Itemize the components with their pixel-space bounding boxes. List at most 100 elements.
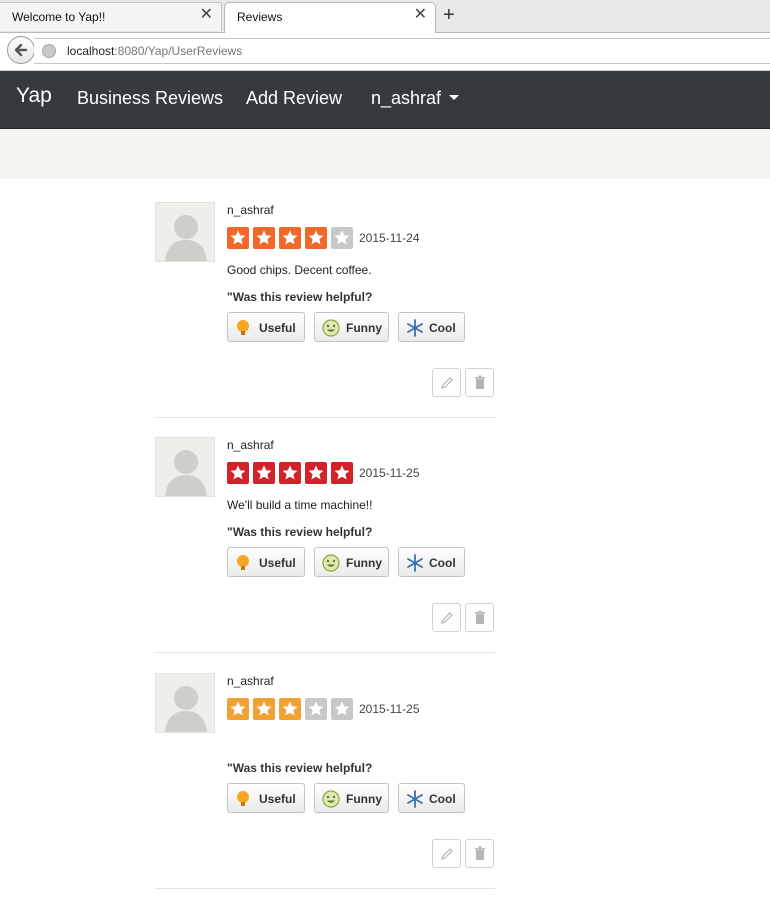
funny-button[interactable]: Funny <box>314 312 389 342</box>
star-filled-icon <box>305 227 327 249</box>
avatar <box>155 673 215 733</box>
star-rating <box>227 462 357 484</box>
review-item: n_ashraf 2015-11-24 Good chips. Decent c… <box>155 202 495 438</box>
user-silhouette-icon <box>165 450 207 496</box>
delete-review-button[interactable] <box>465 839 494 868</box>
funny-label: Funny <box>346 556 382 570</box>
back-button[interactable] <box>7 36 35 64</box>
edit-review-button[interactable] <box>432 839 461 868</box>
browser-tab-reviews[interactable]: Reviews ✕ <box>224 2 436 33</box>
funny-label: Funny <box>346 792 382 806</box>
review-author[interactable]: n_ashraf <box>227 203 274 217</box>
pencil-icon <box>441 612 453 624</box>
smiley-icon <box>322 790 340 808</box>
browser-tab-welcome[interactable]: Welcome to Yap!! ✕ <box>0 2 222 31</box>
cool-label: Cool <box>429 556 456 570</box>
review-divider <box>155 888 495 889</box>
star-empty-icon <box>331 698 353 720</box>
avatar <box>155 437 215 497</box>
star-empty-icon <box>305 698 327 720</box>
star-filled-icon <box>305 462 327 484</box>
tab-title: Reviews <box>237 10 283 24</box>
useful-label: Useful <box>259 556 296 570</box>
new-tab-icon[interactable]: + <box>443 5 455 25</box>
user-menu[interactable]: n_ashraf <box>371 88 460 109</box>
cool-button[interactable]: Cool <box>398 783 465 813</box>
snowflake-icon <box>407 319 423 337</box>
edit-review-button[interactable] <box>432 368 461 397</box>
review-date: 2015-11-25 <box>359 702 420 716</box>
funny-button[interactable]: Funny <box>314 783 389 813</box>
snowflake-icon <box>407 790 423 808</box>
review-date: 2015-11-25 <box>359 466 420 480</box>
star-filled-icon <box>227 462 249 484</box>
pencil-icon <box>441 377 453 389</box>
browser-tab-strip: Welcome to Yap!! ✕ Reviews ✕ + <box>0 0 770 33</box>
star-rating <box>227 698 357 720</box>
funny-button[interactable]: Funny <box>314 547 389 577</box>
useful-button[interactable]: Useful <box>227 547 305 577</box>
helpful-prompt: "Was this review helpful? <box>227 761 373 775</box>
review-item: n_ashraf 2015-11-25 "Was this review hel… <box>155 673 495 909</box>
star-filled-icon <box>279 698 301 720</box>
tab-title: Welcome to Yap!! <box>12 10 106 24</box>
star-filled-icon <box>253 698 275 720</box>
url-text: localhost:8080/Yap/UserReviews <box>67 44 242 58</box>
review-item: n_ashraf 2015-11-25 We'll build a time m… <box>155 437 495 673</box>
star-filled-icon <box>331 462 353 484</box>
user-menu-label: n_ashraf <box>371 88 442 108</box>
useful-label: Useful <box>259 792 296 806</box>
trash-icon <box>475 846 485 860</box>
delete-review-button[interactable] <box>465 368 494 397</box>
nav-add-review[interactable]: Add Review <box>246 88 342 109</box>
review-date: 2015-11-24 <box>359 231 420 245</box>
star-filled-icon <box>279 227 301 249</box>
useful-button[interactable]: Useful <box>227 783 305 813</box>
avatar <box>155 202 215 262</box>
trash-icon <box>475 610 485 624</box>
star-filled-icon <box>279 462 301 484</box>
pencil-icon <box>441 848 453 860</box>
edit-review-button[interactable] <box>432 603 461 632</box>
smiley-icon <box>322 319 340 337</box>
star-filled-icon <box>253 462 275 484</box>
review-author[interactable]: n_ashraf <box>227 674 274 688</box>
lightbulb-icon <box>237 555 249 570</box>
funny-label: Funny <box>346 321 382 335</box>
caret-down-icon <box>449 94 460 100</box>
useful-button[interactable]: Useful <box>227 312 305 342</box>
cool-label: Cool <box>429 321 456 335</box>
url-field[interactable]: localhost:8080/Yap/UserReviews <box>34 38 770 64</box>
user-silhouette-icon <box>165 686 207 732</box>
star-filled-icon <box>227 227 249 249</box>
star-empty-icon <box>331 227 353 249</box>
review-author[interactable]: n_ashraf <box>227 438 274 452</box>
lightbulb-icon <box>237 320 249 335</box>
star-filled-icon <box>253 227 275 249</box>
useful-label: Useful <box>259 321 296 335</box>
star-rating <box>227 227 357 249</box>
delete-review-button[interactable] <box>465 603 494 632</box>
globe-icon <box>42 44 56 58</box>
cool-label: Cool <box>429 792 456 806</box>
cool-button[interactable]: Cool <box>398 547 465 577</box>
smiley-icon <box>322 554 340 572</box>
review-divider <box>155 652 495 653</box>
back-arrow-icon <box>14 43 28 57</box>
cool-button[interactable]: Cool <box>398 312 465 342</box>
review-text: We'll build a time machine!! <box>227 498 373 512</box>
snowflake-icon <box>407 554 423 572</box>
close-tab-icon[interactable]: ✕ <box>414 7 427 23</box>
address-bar: localhost:8080/Yap/UserReviews <box>0 33 770 71</box>
trash-icon <box>475 375 485 389</box>
helpful-prompt: "Was this review helpful? <box>227 525 373 539</box>
nav-business-reviews[interactable]: Business Reviews <box>77 88 223 109</box>
review-divider <box>155 417 495 418</box>
app-navbar: Yap Business Reviews Add Review n_ashraf <box>0 71 770 129</box>
review-text: Good chips. Decent coffee. <box>227 263 372 277</box>
brand-logo[interactable]: Yap <box>16 84 52 108</box>
lightbulb-icon <box>237 791 249 806</box>
close-tab-icon[interactable]: ✕ <box>200 7 213 23</box>
user-silhouette-icon <box>165 215 207 261</box>
star-filled-icon <box>227 698 249 720</box>
